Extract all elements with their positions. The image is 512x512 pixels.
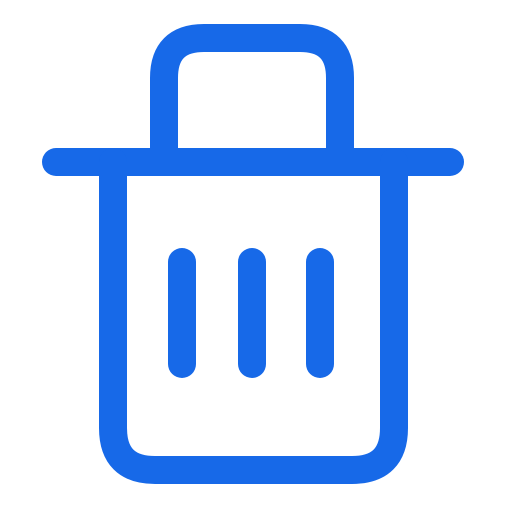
- icon-canvas: [0, 0, 512, 512]
- trash-icon[interactable]: [0, 0, 512, 512]
- trash-icon-strokes: [42, 24, 464, 484]
- trash-handle: [150, 24, 354, 176]
